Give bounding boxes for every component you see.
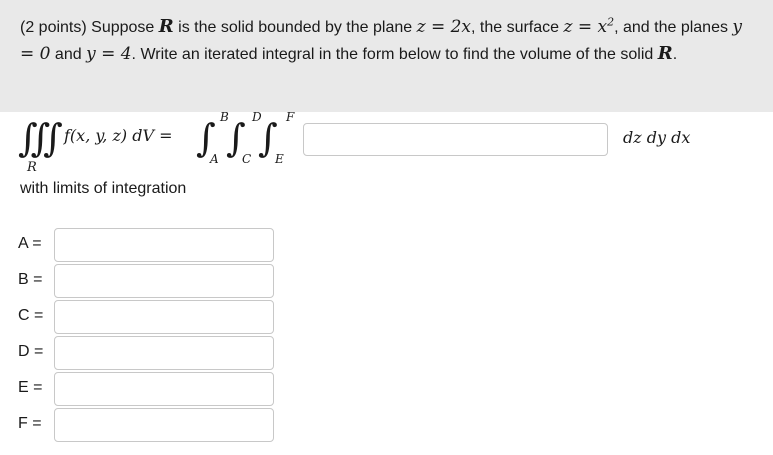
region-symbol: R xyxy=(657,43,673,64)
integrand-input[interactable] xyxy=(303,123,608,156)
region-symbol: R xyxy=(158,16,174,37)
limit-D-input[interactable] xyxy=(54,336,274,370)
problem-text: . Write an iterated integral in the form… xyxy=(131,46,658,63)
integrand-expression: f(x, y, z) dV = xyxy=(64,126,173,145)
limit-E: E xyxy=(275,152,284,166)
limit-E-input[interactable] xyxy=(54,372,274,406)
limit-B-input[interactable] xyxy=(54,264,274,298)
limit-C: C xyxy=(242,152,252,166)
region-label: R xyxy=(27,160,37,175)
limit-F-row: F = xyxy=(18,408,278,442)
integral-formula: ∭ R f(x, y, z) dV = ∫ B A ∫ D C ∫ F E dz… xyxy=(0,110,773,182)
limit-F-label: F = xyxy=(18,415,42,432)
limit-A: A xyxy=(210,152,219,166)
limit-F: F xyxy=(286,110,295,124)
problem-statement: (2 points) Suppose R is the solid bounde… xyxy=(0,0,773,112)
limit-B-row: B = xyxy=(18,264,278,298)
problem-text: , the surface xyxy=(471,19,564,36)
triple-integral-symbol: ∭ xyxy=(18,116,63,160)
limits-heading: with limits of integration xyxy=(20,180,187,197)
problem-text: . xyxy=(672,46,678,63)
limit-A-input[interactable] xyxy=(54,228,274,262)
problem-text: is the solid bounded by the plane xyxy=(173,19,417,36)
limit-F-input[interactable] xyxy=(54,408,274,442)
problem-text: Suppose xyxy=(86,19,159,36)
surface-equation: z = x2 xyxy=(563,15,615,37)
limit-C-row: C = xyxy=(18,300,278,334)
limit-C-input[interactable] xyxy=(54,300,274,334)
limit-A-label: A = xyxy=(18,235,42,252)
problem-text: and xyxy=(50,46,87,63)
limit-E-row: E = xyxy=(18,372,278,406)
limit-B-label: B = xyxy=(18,271,43,288)
points-label: (2 points) xyxy=(20,19,87,36)
limit-D-row: D = xyxy=(18,336,278,370)
limit-A-row: A = xyxy=(18,228,278,262)
limit-D-label: D = xyxy=(18,343,44,360)
limit-C-label: C = xyxy=(18,307,44,324)
limit-E-label: E = xyxy=(18,379,43,396)
differentials-label: dz dy dx xyxy=(623,128,691,147)
plane-equation: z = 2x xyxy=(416,17,471,37)
plane-y4: y = 4 xyxy=(86,44,132,64)
problem-text: , and the planes xyxy=(614,19,733,36)
